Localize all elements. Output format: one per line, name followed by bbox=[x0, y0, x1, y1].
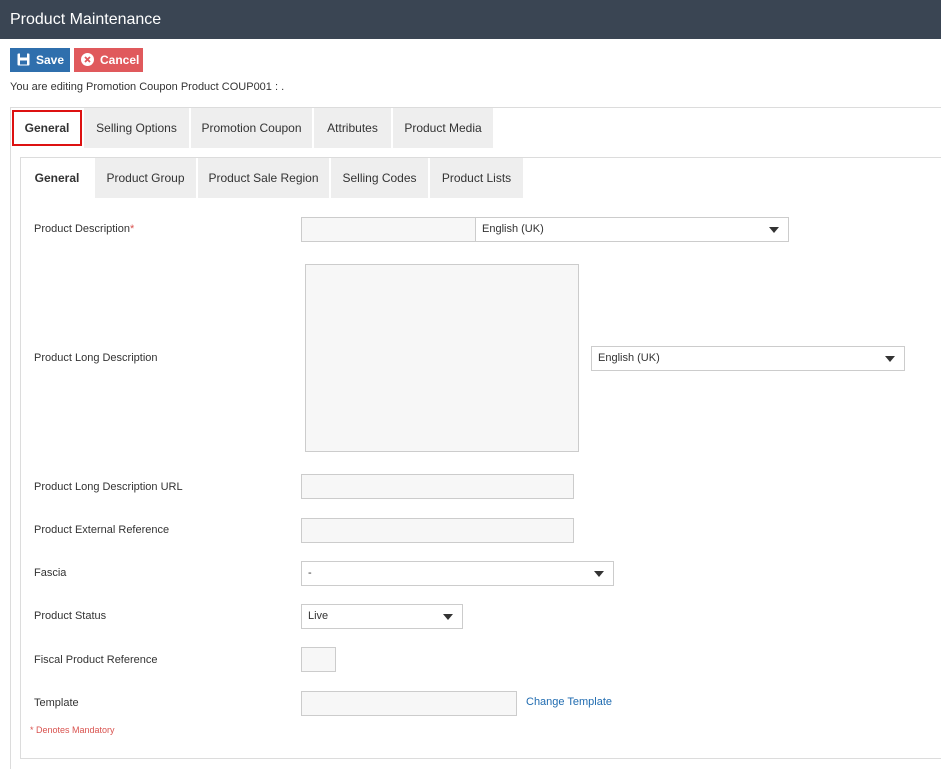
fiscal-product-reference-input[interactable] bbox=[301, 647, 336, 672]
product-description-language-select[interactable]: English (UK) bbox=[475, 217, 789, 242]
tab-general[interactable]: General bbox=[12, 110, 82, 146]
fiscal-product-reference-label: Fiscal Product Reference bbox=[34, 654, 158, 666]
subtab-product-group[interactable]: Product Group bbox=[95, 158, 196, 198]
cancel-label: Cancel bbox=[100, 53, 140, 67]
product-long-description-language-value: English (UK) bbox=[598, 352, 660, 364]
chevron-down-icon bbox=[594, 571, 604, 577]
fascia-select[interactable]: - bbox=[301, 561, 614, 586]
chevron-down-icon bbox=[885, 356, 895, 362]
product-long-description-url-input[interactable] bbox=[301, 474, 574, 499]
template-label: Template bbox=[34, 697, 79, 709]
editing-status-text: You are editing Promotion Coupon Product… bbox=[10, 81, 285, 93]
save-button[interactable]: Save bbox=[10, 48, 70, 72]
tab-promotion-coupon[interactable]: Promotion Coupon bbox=[191, 108, 312, 148]
chevron-down-icon bbox=[443, 614, 453, 620]
required-marker: * bbox=[130, 223, 135, 235]
product-status-value: Live bbox=[308, 610, 329, 622]
product-long-description-url-label: Product Long Description URL bbox=[34, 481, 183, 493]
subtab-general[interactable]: General bbox=[21, 158, 93, 198]
fascia-label: Fascia bbox=[34, 567, 67, 579]
tab-selling-options[interactable]: Selling Options bbox=[84, 108, 189, 148]
sub-tab-panel bbox=[20, 157, 941, 759]
product-description-input[interactable] bbox=[301, 217, 476, 242]
chevron-down-icon bbox=[769, 227, 779, 233]
tab-product-media[interactable]: Product Media bbox=[393, 108, 493, 148]
tab-attributes[interactable]: Attributes bbox=[314, 108, 391, 148]
product-status-select[interactable]: Live bbox=[301, 604, 463, 629]
cancel-button[interactable]: Cancel bbox=[74, 48, 143, 72]
product-long-description-label: Product Long Description bbox=[34, 352, 158, 364]
product-external-reference-input[interactable] bbox=[301, 518, 574, 543]
product-description-label-text: Product Description bbox=[34, 223, 130, 235]
fascia-value: - bbox=[308, 567, 312, 579]
template-input[interactable] bbox=[301, 691, 517, 716]
product-description-language-value: English (UK) bbox=[482, 223, 544, 235]
subtab-selling-codes[interactable]: Selling Codes bbox=[331, 158, 428, 198]
product-long-description-language-select[interactable]: English (UK) bbox=[591, 346, 905, 371]
product-external-reference-label: Product External Reference bbox=[34, 524, 170, 536]
save-label: Save bbox=[36, 53, 65, 67]
product-long-description-textarea[interactable] bbox=[305, 264, 579, 452]
window-title: Product Maintenance bbox=[0, 0, 941, 39]
product-status-label: Product Status bbox=[34, 610, 107, 622]
change-template-link[interactable]: Change Template bbox=[526, 696, 612, 708]
subtab-product-sale-region[interactable]: Product Sale Region bbox=[198, 158, 329, 198]
close-circle-icon bbox=[81, 53, 94, 66]
floppy-disk-icon bbox=[17, 53, 30, 66]
subtab-product-lists[interactable]: Product Lists bbox=[430, 158, 523, 198]
product-description-label: Product Description* bbox=[34, 223, 134, 235]
mandatory-note: * Denotes Mandatory bbox=[30, 725, 115, 735]
